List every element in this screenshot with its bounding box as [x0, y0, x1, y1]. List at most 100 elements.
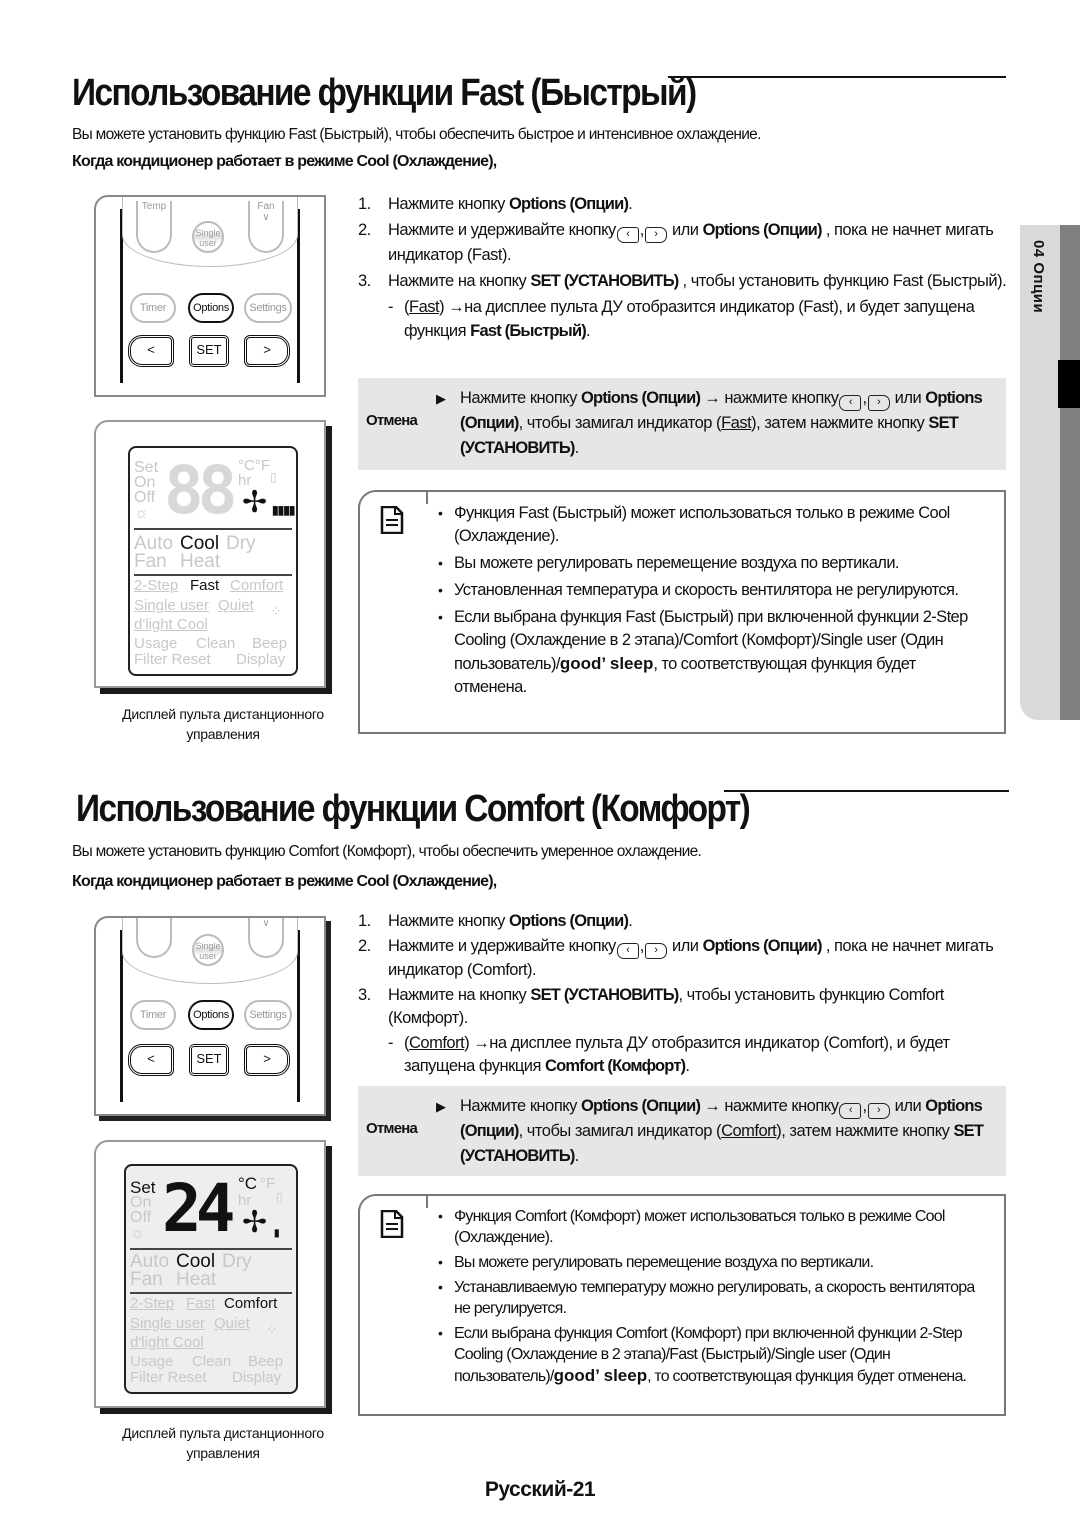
- step-text: или: [667, 937, 703, 955]
- bullet-triangle-icon: ▶: [436, 1099, 446, 1114]
- lcd-clean: Clean: [192, 1353, 232, 1370]
- lcd-single-user: Single user: [134, 597, 210, 614]
- dash: -: [388, 1034, 394, 1052]
- caption-line: Дисплей пульта дистанционного: [122, 706, 324, 722]
- left-button-icon: ‹: [839, 395, 862, 411]
- notes-list: Функция Fast (Быстрый) может использоват…: [438, 502, 990, 703]
- left-button-icon: ‹: [616, 943, 639, 959]
- left-button-icon: ‹: [616, 227, 639, 243]
- cancel-box: Отмена ▶ Нажмите кнопку Options (Опции) …: [358, 378, 1006, 470]
- lcd-comfort: Comfort: [230, 577, 284, 594]
- cancel-box: Отмена ▶ Нажмите кнопку Options (Опции) …: [358, 1086, 1006, 1176]
- chapter-tab-label: 04 Опции: [1030, 240, 1047, 314]
- options-key: Options: [188, 293, 234, 323]
- indicator-ref: Fast: [409, 298, 440, 316]
- step-text: Нажмите и удерживайте кнопку: [388, 221, 616, 239]
- step-text: Нажмите и удерживайте кнопку: [388, 937, 616, 955]
- step-number: 1.: [358, 912, 371, 930]
- note-icon: [380, 1210, 404, 1238]
- lcd-heat: Heat: [176, 1269, 217, 1290]
- lcd-on: On: [130, 1194, 152, 1211]
- lcd-cool-active: Cool: [176, 1251, 216, 1272]
- set-button-ref: SET (УСТАНОВИТЬ): [530, 272, 679, 290]
- page-number: Русский-21: [484, 1478, 596, 1501]
- cancel-label: Отмена: [366, 1120, 418, 1137]
- lcd-set: Set: [134, 459, 159, 476]
- step-text: Нажмите на кнопку: [388, 272, 531, 290]
- good-sleep-brand: good’ sleep: [553, 1366, 648, 1385]
- section-title-comfort: Использование функции Comfort (Комфорт): [76, 788, 751, 830]
- lcd-temperature-digits: 88: [164, 452, 238, 529]
- lcd-off: Off: [130, 1209, 152, 1226]
- lcd-2step: 2-Step: [134, 577, 179, 594]
- remote-edge-right: [297, 930, 300, 1102]
- lcd-dlight-cool: d'light Cool: [134, 616, 208, 633]
- battery-icon: ▯: [276, 1190, 283, 1204]
- fan-speed-icon: ✢: [242, 1206, 268, 1239]
- lcd-divider: [130, 1248, 292, 1250]
- section-intro: Вы можете установить функцию Fast (Быстр…: [72, 126, 761, 143]
- lcd-units: °C°F: [238, 457, 270, 474]
- sub-step-text: .: [586, 322, 591, 340]
- options-button-ref: Options (Опции): [581, 389, 701, 407]
- left-arrow-key: <: [128, 1044, 174, 1076]
- left-arrow-key: <: [128, 335, 174, 367]
- bullet-triangle-icon: ▶: [436, 391, 446, 406]
- lcd-dry: Dry: [222, 1251, 252, 1272]
- steps-list: 1. Нажмите кнопку Options (Опции). 2. На…: [358, 910, 1008, 1078]
- function-ref: Comfort (Комфорт): [545, 1057, 686, 1075]
- lcd-auto: Auto: [130, 1251, 170, 1272]
- lcd-auto: Auto: [134, 533, 174, 554]
- options-button-ref: Options (Опции): [509, 195, 629, 213]
- fan-level-bars-icon: ▮▮▮▮: [272, 503, 295, 517]
- temp-key: [136, 918, 172, 958]
- lcd-clean: Clean: [196, 635, 236, 652]
- right-button-icon: ›: [644, 227, 667, 243]
- step-item: 2. Нажмите и удерживайте кнопку ‹, › или O…: [358, 218, 1008, 267]
- lcd-fan: Fan: [130, 1269, 163, 1290]
- step-item: 2. Нажмите и удерживайте кнопку ‹, › или O…: [358, 935, 1008, 982]
- cancel-text: Нажмите кнопку: [460, 389, 582, 407]
- lcd-celsius-active: °C: [238, 1174, 258, 1193]
- section-subhead: Когда кондиционер работает в режиме Cool…: [72, 153, 497, 170]
- set-key: SET: [189, 1044, 229, 1076]
- right-arrow-key: >: [244, 1044, 290, 1076]
- step-text: Нажмите кнопку: [388, 195, 510, 213]
- options-button-ref: Options (Опции): [581, 1097, 701, 1115]
- lcd-comfort-active: Comfort: [224, 1295, 278, 1312]
- cancel-text: или: [890, 1097, 926, 1115]
- step-text: .: [628, 912, 633, 930]
- fan-key: Fan ∨: [248, 201, 284, 253]
- note-item: Устанавливаемую температуру можно регули…: [438, 1277, 990, 1319]
- lcd-divider: [134, 528, 292, 530]
- step-text: Нажмите кнопку: [388, 912, 510, 930]
- lcd-temperature-digits: 24: [162, 1170, 236, 1247]
- indicator-ref: Fast: [721, 414, 752, 432]
- right-button-icon: ›: [867, 395, 890, 411]
- section-intro: Вы можете установить функцию Comfort (Ко…: [72, 843, 702, 860]
- lcd-usage: Usage: [134, 635, 178, 652]
- note-divider-tick: [426, 1194, 428, 1208]
- step-text: , чтобы установить функцию Fast (Быстрый…: [678, 272, 1007, 290]
- step-text: или: [667, 221, 703, 239]
- chevron-down-icon: ∨: [262, 212, 270, 223]
- settings-key: Settings: [244, 293, 292, 323]
- title-rule: [724, 790, 1009, 792]
- set-button-ref: SET (УСТАНОВИТЬ): [530, 986, 679, 1004]
- lcd-beep: Beep: [248, 1353, 284, 1370]
- step-item: 3. Нажмите на кнопку SET (УСТАНОВИТЬ) , …: [358, 269, 1008, 293]
- lcd-fast-active: Fast: [190, 577, 220, 594]
- single-user-key-label: Single user: [195, 228, 221, 248]
- timer-key: Timer: [130, 293, 176, 323]
- right-arrow-key: >: [244, 335, 290, 367]
- battery-icon: ▯: [270, 470, 277, 484]
- indicator-ref: Comfort: [721, 1122, 777, 1140]
- step-item: 1. Нажмите кнопку Options (Опции).: [358, 192, 1008, 216]
- lcd-filter-reset: Filter Reset: [134, 651, 211, 668]
- temp-key: Temp: [136, 201, 172, 253]
- options-key: Options: [188, 1000, 234, 1030]
- indicator-ref: Comfort: [409, 1034, 465, 1052]
- function-ref: Fast (Быстрый): [470, 322, 587, 340]
- caption-line: управления: [186, 726, 260, 742]
- note-item: Если выбрана функция Fast (Быстрый) при …: [438, 606, 990, 699]
